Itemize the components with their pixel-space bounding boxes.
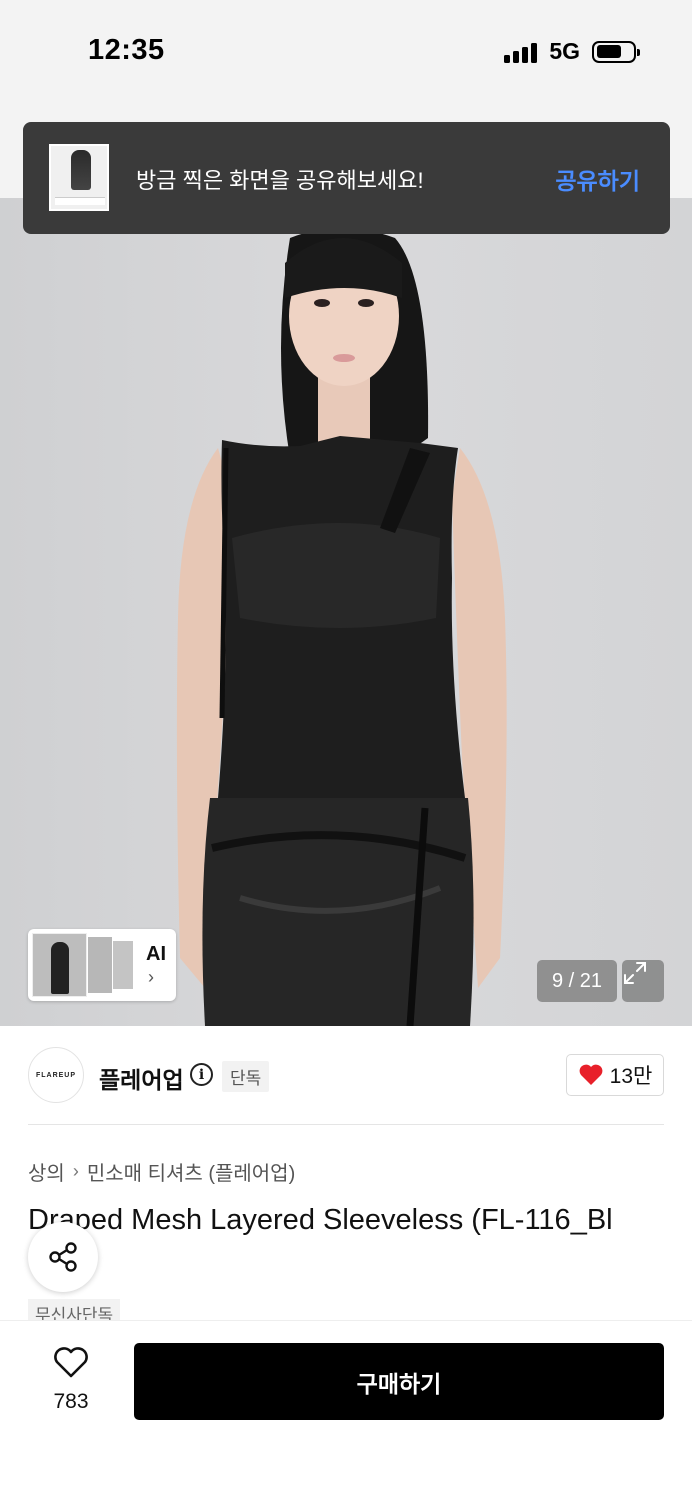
product-image-gallery[interactable]: AI › 9 / 21 (0, 198, 692, 1026)
brand-logo[interactable]: FLAREUP (28, 1047, 84, 1103)
status-time: 12:35 (88, 34, 165, 66)
share-button[interactable] (28, 1222, 98, 1292)
share-toast: 방금 찍은 화면을 공유해보세요! 공유하기 (23, 122, 670, 234)
network-label: 5G (549, 38, 580, 64)
heart-outline-icon (54, 1347, 88, 1378)
info-icon[interactable]: i (190, 1063, 213, 1086)
product-title: Draped Mesh Layered Sleeveless (FL-116_B… (28, 1204, 613, 1236)
brand-like-count: 13만 (609, 1065, 653, 1088)
breadcrumb-subcategory[interactable]: 민소매 티셔츠 (플레어업) (87, 1157, 295, 1186)
toast-share-button[interactable]: 공유하기 (555, 162, 640, 196)
divider (28, 1124, 664, 1125)
bottom-action-bar: 783 구매하기 (0, 1320, 692, 1500)
screenshot-thumbnail[interactable] (49, 144, 109, 211)
brand-like-button[interactable]: 13만 (566, 1054, 664, 1096)
product-photo (176, 228, 507, 1026)
battery-icon (592, 40, 640, 63)
brand-name[interactable]: 플레어업 (99, 1061, 184, 1095)
image-counter: 9 / 21 (537, 960, 617, 1002)
ai-label: AI (146, 943, 166, 965)
chevron-right-icon: › (72, 1161, 79, 1181)
wishlist-button[interactable]: 783 (36, 1347, 106, 1414)
share-icon (49, 1242, 77, 1272)
breadcrumb: 상의 › 민소매 티셔츠 (플레어업) (28, 1157, 295, 1186)
wishlist-count: 783 (53, 1390, 89, 1413)
heart-icon (579, 1064, 603, 1085)
expand-icon[interactable] (622, 960, 664, 1002)
brand-row: FLAREUP 플레어업 i 단독 13만 (28, 1047, 664, 1103)
status-indicators: 5G (504, 38, 640, 65)
toast-message: 방금 찍은 화면을 공유해보세요! (136, 168, 424, 193)
breadcrumb-category[interactable]: 상의 (28, 1157, 65, 1186)
ai-similar-thumbnails[interactable]: AI › (28, 929, 176, 1001)
buy-button[interactable]: 구매하기 (134, 1343, 664, 1420)
chevron-right-icon: › (148, 967, 154, 987)
signal-icon (504, 41, 538, 63)
exclusive-badge: 단독 (222, 1061, 270, 1092)
